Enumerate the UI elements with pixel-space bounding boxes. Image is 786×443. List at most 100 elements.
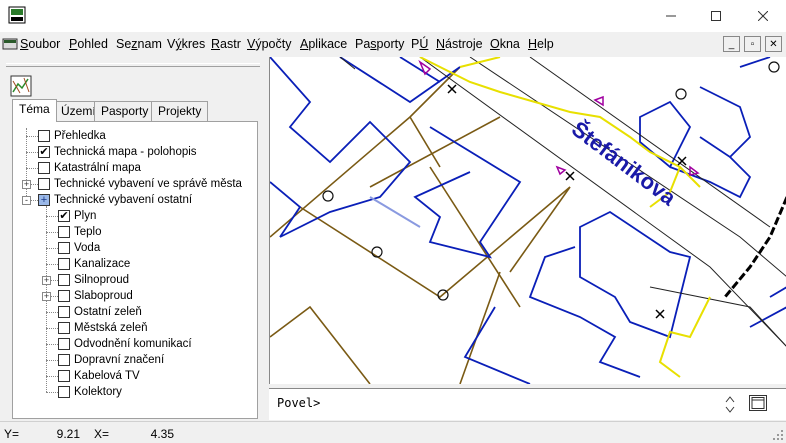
tree-node-label: Plyn xyxy=(74,210,97,222)
tree-node[interactable]: ✔ Plyn xyxy=(58,208,96,224)
layer-checkbox[interactable] xyxy=(58,306,70,318)
tree-node-label: Kanalizace xyxy=(74,258,131,270)
maximize-button[interactable] xyxy=(693,0,739,32)
menu-item-okna[interactable]: Okna xyxy=(490,37,520,51)
tab-projekty[interactable]: Projekty xyxy=(151,101,209,121)
layer-checkbox[interactable]: + xyxy=(38,194,50,206)
map-layers-icon[interactable] xyxy=(10,75,32,97)
tree-node[interactable]: Silnoproud xyxy=(58,272,129,288)
tab-tema[interactable]: Téma xyxy=(12,99,57,122)
close-button[interactable] xyxy=(740,0,786,32)
menu-item-text: Se xyxy=(116,37,132,51)
layer-checkbox[interactable] xyxy=(58,370,70,382)
menu-item-text: O xyxy=(490,37,500,51)
x-coord-label: X= xyxy=(94,427,110,441)
tree-node[interactable]: Kolektory xyxy=(58,384,122,400)
layer-checkbox[interactable] xyxy=(58,386,70,398)
tree-node[interactable]: + Technické vybavení ostatní xyxy=(38,192,192,208)
tree-node[interactable]: Kabelová TV xyxy=(58,368,140,384)
tree-node-label: Technické vybavení ostatní xyxy=(54,194,193,206)
close-icon xyxy=(758,11,768,21)
tree-node[interactable]: Slaboproud xyxy=(58,288,133,304)
menu-item-rastr[interactable]: Rastr xyxy=(211,37,241,51)
menu-item-nástroje[interactable]: Nástroje xyxy=(436,37,483,51)
title-bar xyxy=(0,0,786,32)
menu-item-aplikace[interactable]: Aplikace xyxy=(300,37,347,51)
layer-checkbox[interactable] xyxy=(38,130,50,142)
tree-node-label: Slaboproud xyxy=(74,290,133,302)
tree-node[interactable]: Městská zeleň xyxy=(58,320,148,336)
menu-item-pasporty[interactable]: Pasporty xyxy=(355,37,404,51)
command-history-spinner[interactable] xyxy=(723,395,737,417)
menu-item-help[interactable]: Help xyxy=(528,37,554,51)
resize-grip-icon[interactable] xyxy=(772,429,784,441)
menu-item-soubor[interactable]: Soubor xyxy=(20,37,60,51)
menu-item-výkres[interactable]: Výkres xyxy=(167,37,205,51)
layer-checkbox[interactable] xyxy=(58,226,70,238)
command-line[interactable]: Povel> xyxy=(269,388,786,420)
mdi-restore-button[interactable]: ▫ xyxy=(744,36,761,52)
tree-node-label: Teplo xyxy=(74,226,102,238)
panel-grip[interactable] xyxy=(6,63,260,67)
menu-item-text: R xyxy=(211,37,221,51)
menu-item-text: ohled xyxy=(77,37,108,51)
layer-checkbox[interactable] xyxy=(38,178,50,190)
menu-item-seznam[interactable]: Seznam xyxy=(116,37,162,51)
tree-node-label: Ostatní zeleň xyxy=(74,306,142,318)
map-drawing: Štefánikova xyxy=(270,57,786,384)
expand-icon[interactable]: + xyxy=(42,276,51,285)
layer-checkbox[interactable] xyxy=(58,274,70,286)
tree-node[interactable]: Kanalizace xyxy=(58,256,130,272)
tree-node-label: Katastrální mapa xyxy=(54,162,141,174)
tree-connector xyxy=(46,328,58,329)
mdi-close-button[interactable]: ✕ xyxy=(765,36,782,52)
map-canvas[interactable]: Štefánikova xyxy=(269,57,786,384)
collapse-icon[interactable]: - xyxy=(22,196,31,205)
mdi-minimize-button[interactable]: _ xyxy=(723,36,740,52)
tree-node[interactable]: Katastrální mapa xyxy=(38,160,141,176)
chevron-up-icon xyxy=(725,396,735,403)
menu-item-pú[interactable]: PÚ xyxy=(411,37,428,51)
layer-checkbox[interactable] xyxy=(58,290,70,302)
layer-checkbox[interactable] xyxy=(58,354,70,366)
tab-pasporty[interactable]: Pasporty xyxy=(94,101,156,121)
minimize-button[interactable] xyxy=(648,0,694,32)
parcel-lines xyxy=(270,66,571,384)
tree-connector xyxy=(46,392,58,393)
command-window-button[interactable] xyxy=(749,395,767,411)
tree-node[interactable]: ✔ Technická mapa - polohopis xyxy=(38,144,197,160)
status-bar: Y= 9.21 X= 4.35 xyxy=(0,421,786,443)
expand-icon[interactable]: + xyxy=(42,292,51,301)
tree-node[interactable]: Přehledka xyxy=(38,128,106,144)
tree-connector xyxy=(46,232,58,233)
tree-connector xyxy=(46,376,58,377)
layer-checkbox[interactable] xyxy=(58,242,70,254)
tree-node[interactable]: Technické vybavení ve správě města xyxy=(38,176,242,192)
tree-node-label: Městská zeleň xyxy=(74,322,148,334)
tree-connector xyxy=(46,264,58,265)
tree-node[interactable]: Odvodnění komunikací xyxy=(58,336,192,352)
layer-checkbox[interactable] xyxy=(38,162,50,174)
layer-checkbox[interactable] xyxy=(58,258,70,270)
tree-connector xyxy=(26,168,38,169)
tree-node[interactable]: Voda xyxy=(58,240,100,256)
layer-checkbox[interactable]: ✔ xyxy=(38,146,50,158)
layer-checkbox[interactable] xyxy=(58,322,70,334)
menu-item-text: nam xyxy=(137,37,162,51)
tree-node[interactable]: Dopravní značení xyxy=(58,352,164,368)
tree-node[interactable]: Teplo xyxy=(58,224,102,240)
layer-checkbox[interactable] xyxy=(58,338,70,350)
tree-connector xyxy=(46,216,58,217)
menu-item-pohled[interactable]: Pohled xyxy=(69,37,108,51)
menu-item-text: astr xyxy=(220,37,241,51)
menu-item-výpočty[interactable]: Výpočty xyxy=(247,37,291,51)
layer-checkbox[interactable]: ✔ xyxy=(58,210,70,222)
mdi-restore-icon: ▫ xyxy=(750,38,755,50)
expand-icon[interactable]: + xyxy=(22,180,31,189)
menu-item-text: porty xyxy=(376,37,405,51)
lightblue-line xyxy=(369,196,421,228)
tree-node[interactable]: Ostatní zeleň xyxy=(58,304,142,320)
menu-item-text: plikace xyxy=(308,37,348,51)
mdi-minimize-icon: _ xyxy=(728,38,735,50)
menu-item-text: elp xyxy=(537,37,554,51)
